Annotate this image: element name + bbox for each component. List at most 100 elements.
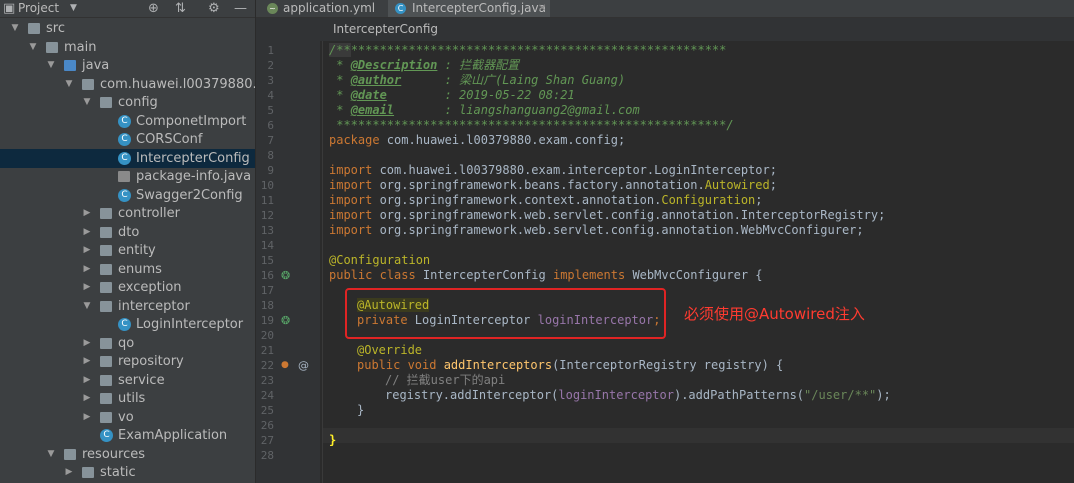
- hide-icon[interactable]: —: [234, 0, 247, 17]
- tree-item-logininterceptor[interactable]: C LoginInterceptor: [0, 315, 255, 334]
- tree-item-swagger2config[interactable]: C Swagger2Config: [0, 186, 255, 205]
- tree-item-label: vo: [118, 410, 134, 425]
- chevron-right-icon[interactable]: ▶: [82, 334, 92, 353]
- tab-intercepterconfig-java[interactable]: C IntercepterConfig.java ✕: [388, 0, 550, 17]
- code-line: * @Description : 拦截器配置: [329, 58, 520, 72]
- close-icon[interactable]: ✕: [538, 0, 546, 17]
- class-icon: C: [118, 189, 131, 202]
- tree-item-exception[interactable]: ▶ exception: [0, 278, 255, 297]
- breadcrumb: IntercepterConfig: [256, 18, 1074, 41]
- chevron-down-icon[interactable]: ▼: [46, 56, 56, 75]
- current-line-highlight: [323, 428, 1074, 443]
- locate-icon[interactable]: ⊕: [148, 0, 159, 17]
- tree-item-label: utils: [118, 391, 146, 406]
- tree-item-label: dto: [118, 225, 140, 240]
- tree-item-repository[interactable]: ▶ repository: [0, 352, 255, 371]
- code-line: @Configuration: [329, 253, 431, 267]
- chevron-right-icon[interactable]: ▶: [82, 260, 92, 279]
- tree-item-interceptor[interactable]: ▼ interceptor: [0, 297, 255, 316]
- package-icon: [100, 208, 112, 219]
- chevron-right-icon[interactable]: ▶: [82, 278, 92, 297]
- package-icon: [100, 412, 112, 423]
- package-icon: [100, 375, 112, 386]
- chevron-down-icon[interactable]: ▼: [82, 93, 92, 112]
- tree-item-static[interactable]: ▶ static: [0, 463, 255, 482]
- chevron-down-icon[interactable]: ▼: [82, 297, 92, 316]
- tree-item-examapplication[interactable]: C ExamApplication: [0, 426, 255, 445]
- chevron-right-icon[interactable]: ▶: [82, 241, 92, 260]
- breadcrumb-item[interactable]: IntercepterConfig: [333, 18, 438, 41]
- code-line: * @author : 梁山广(Laing Shan Guang): [329, 73, 626, 87]
- tree-item-label: config: [118, 95, 158, 110]
- package-icon: [100, 264, 112, 275]
- tree-item-label: exception: [118, 280, 182, 295]
- tree-item-label: CORSConf: [136, 132, 203, 147]
- tree-item-label: LoginInterceptor: [136, 317, 244, 332]
- collapse-all-icon[interactable]: ⇅: [175, 0, 186, 17]
- chevron-right-icon[interactable]: ▶: [82, 352, 92, 371]
- tree-item-utils[interactable]: ▶ utils: [0, 389, 255, 408]
- tree-item-service[interactable]: ▶ service: [0, 371, 255, 390]
- class-icon: C: [395, 3, 406, 14]
- dropdown-icon[interactable]: ▼: [70, 0, 77, 17]
- project-view-icon[interactable]: ▣: [3, 0, 15, 17]
- project-panel-title[interactable]: Project: [18, 0, 59, 17]
- class-icon: C: [118, 318, 131, 331]
- tree-item-package-info-java[interactable]: package-info.java: [0, 167, 255, 186]
- line-number: 4: [267, 89, 274, 102]
- code-line: }: [329, 433, 337, 447]
- line-number: 28: [260, 449, 274, 462]
- tree-item-enums[interactable]: ▶ enums: [0, 260, 255, 279]
- implements-icon[interactable]: ●: [281, 358, 289, 373]
- tree-item-com-huawei-l00379880-e[interactable]: ▼ com.huawei.l00379880.e: [0, 75, 255, 94]
- tree-item-controller[interactable]: ▶ controller: [0, 204, 255, 223]
- tree-item-src[interactable]: ▼ src: [0, 19, 255, 38]
- line-number: 11: [260, 194, 274, 207]
- line-number: 12: [260, 209, 274, 222]
- line-number: 2: [267, 59, 274, 72]
- tree-item-main[interactable]: ▼ main: [0, 38, 255, 57]
- code-line: }: [357, 403, 365, 417]
- override-icon[interactable]: @: [298, 358, 309, 373]
- annotation-note: 必须使用@Autowired注入: [684, 305, 865, 323]
- tree-item-label: main: [64, 40, 97, 55]
- tab-label: IntercepterConfig.java: [412, 1, 546, 15]
- tree-item-java[interactable]: ▼ java: [0, 56, 255, 75]
- chevron-down-icon[interactable]: ▼: [10, 19, 20, 38]
- folder-icon: [64, 449, 76, 460]
- class-icon: C: [118, 152, 131, 165]
- code-line: public class IntercepterConfig implement…: [329, 268, 763, 282]
- chevron-down-icon[interactable]: ▼: [64, 75, 74, 94]
- tree-item-config[interactable]: ▼ config: [0, 93, 255, 112]
- code-line: * @email : liangshanguang2@gmail.com: [329, 103, 640, 117]
- tab-application-yml[interactable]: ~ application.yml: [261, 0, 385, 17]
- tree-item-intercepterconfig[interactable]: C IntercepterConfig: [0, 149, 255, 168]
- package-info-icon: [118, 171, 130, 182]
- chevron-right-icon[interactable]: ▶: [82, 223, 92, 242]
- tree-item-corsconf[interactable]: C CORSConf: [0, 130, 255, 149]
- folder-icon: [28, 23, 40, 34]
- bean-icon[interactable]: ❂: [281, 268, 290, 283]
- tree-item-label: enums: [118, 262, 162, 277]
- line-number: 26: [260, 419, 274, 432]
- chevron-down-icon[interactable]: ▼: [28, 38, 38, 57]
- editor-tab-bar: ~ application.yml C IntercepterConfig.ja…: [256, 0, 1074, 18]
- chevron-down-icon[interactable]: ▼: [46, 445, 56, 464]
- tree-item-dto[interactable]: ▶ dto: [0, 223, 255, 242]
- chevron-right-icon[interactable]: ▶: [82, 408, 92, 427]
- tree-item-componetimport[interactable]: C ComponetImport: [0, 112, 255, 131]
- chevron-right-icon[interactable]: ▶: [82, 204, 92, 223]
- tree-item-resources[interactable]: ▼ resources: [0, 445, 255, 464]
- tree-item-qo[interactable]: ▶ qo: [0, 334, 255, 353]
- code-editor[interactable]: /***************************************…: [323, 41, 1074, 483]
- tree-item-entity[interactable]: ▶ entity: [0, 241, 255, 260]
- line-number: 17: [260, 284, 274, 297]
- gear-icon[interactable]: ⚙: [208, 0, 220, 17]
- chevron-right-icon[interactable]: ▶: [64, 463, 74, 482]
- package-icon: [100, 338, 112, 349]
- tree-item-vo[interactable]: ▶ vo: [0, 408, 255, 427]
- chevron-right-icon[interactable]: ▶: [82, 371, 92, 390]
- autowired-bean-icon[interactable]: ❂: [281, 313, 290, 328]
- chevron-right-icon[interactable]: ▶: [82, 389, 92, 408]
- tree-item-label: package-info.java: [136, 169, 252, 184]
